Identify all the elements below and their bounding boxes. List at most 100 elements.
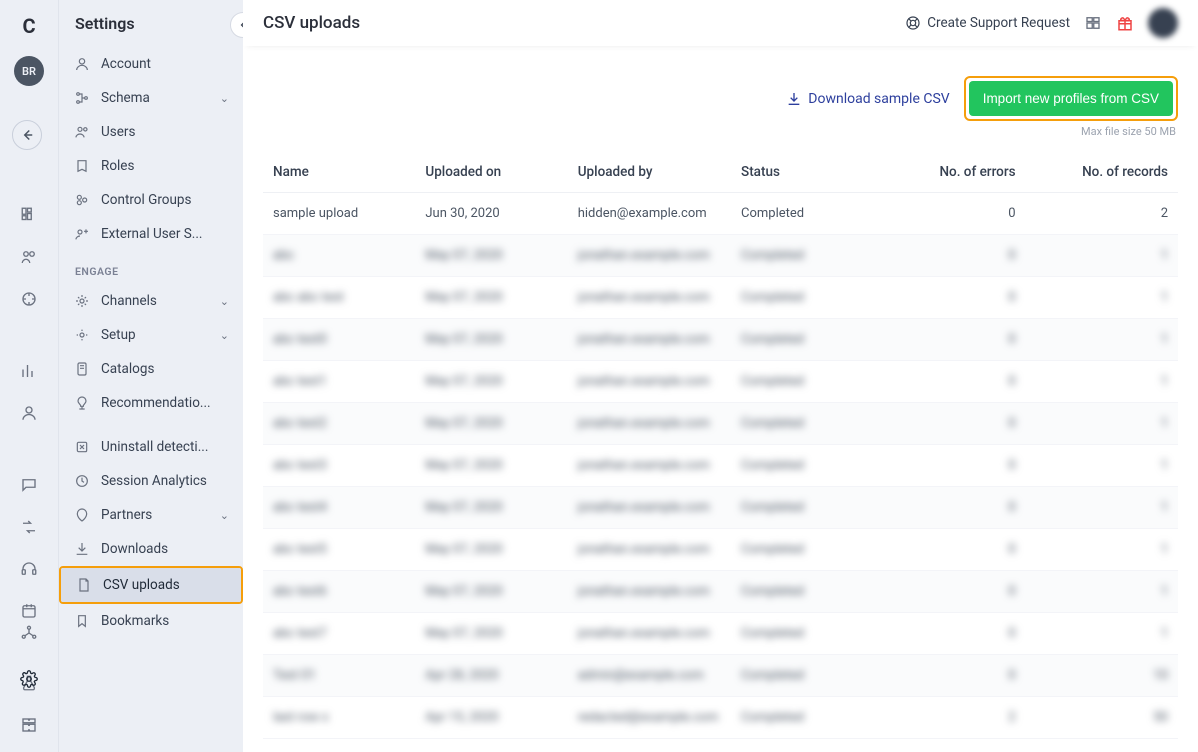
rail-person-icon[interactable] <box>16 400 42 426</box>
download-icon <box>786 91 802 107</box>
table-row[interactable]: abc abc testMay 07, 2020jonathan.example… <box>263 277 1178 319</box>
cell-uploaded_on: May 07, 2020 <box>415 319 567 361</box>
nav-catalogs[interactable]: Catalogs <box>59 352 243 386</box>
cell-status: Completed <box>731 361 883 403</box>
cell-uploaded_on: May 07, 2020 <box>415 403 567 445</box>
cell-name: abc test4 <box>263 487 415 529</box>
lifebuoy-icon <box>905 15 921 31</box>
nav-session-analytics[interactable]: Session Analytics <box>59 464 243 498</box>
cell-status: Completed <box>731 529 883 571</box>
cell-uploaded_by: hidden@example.com <box>568 193 731 235</box>
table-row[interactable]: abc test6May 07, 2020jonathan.example.co… <box>263 571 1178 613</box>
user-icon <box>73 56 91 72</box>
recommendations-icon <box>73 395 91 411</box>
rail-journey-icon[interactable] <box>16 514 42 540</box>
cell-status: Completed <box>731 193 883 235</box>
nav-recommendations[interactable]: Recommendatio... <box>59 386 243 420</box>
chevron-down-icon: ⌄ <box>220 509 229 522</box>
cell-name: abc test1 <box>263 361 415 403</box>
rail-message-icon[interactable] <box>16 472 42 498</box>
table-row[interactable]: Test 01Apr 28, 2020admin@example.comComp… <box>263 655 1178 697</box>
table-row[interactable]: abc test1May 07, 2020jonathan.example.co… <box>263 361 1178 403</box>
roles-icon <box>73 158 91 174</box>
nav-channels[interactable]: Channels ⌄ <box>59 284 243 318</box>
cell-status: Completed <box>731 487 883 529</box>
cell-uploaded_on: May 07, 2020 <box>415 235 567 277</box>
download-sample-link[interactable]: Download sample CSV <box>786 91 949 107</box>
col-records: No. of records <box>1026 152 1178 193</box>
rail-target-icon[interactable] <box>16 286 42 312</box>
rail-settings-icon[interactable] <box>16 666 42 692</box>
cell-name: abc test3 <box>263 445 415 487</box>
rail-boards-icon[interactable] <box>16 202 42 228</box>
gift-icon[interactable] <box>1116 14 1134 32</box>
nav-account[interactable]: Account <box>59 47 243 81</box>
nav-partners[interactable]: Partners ⌄ <box>59 498 243 532</box>
nav-external-user-segments[interactable]: External User S... <box>59 217 243 251</box>
cell-records: 1 <box>1026 235 1178 277</box>
create-support-request-button[interactable]: Create Support Request <box>905 15 1070 31</box>
cell-records: 1 <box>1026 613 1178 655</box>
cell-status: Completed <box>731 571 883 613</box>
cell-uploaded_on: May 07, 2020 <box>415 529 567 571</box>
nav-uninstall-detection[interactable]: Uninstall detecti... <box>59 430 243 464</box>
chevron-down-icon: ⌄ <box>220 295 229 308</box>
col-uploaded-on: Uploaded on <box>415 152 567 193</box>
app-logo[interactable]: C <box>15 12 43 40</box>
cell-uploaded_by: jonathan.example.com <box>568 571 731 613</box>
session-analytics-icon <box>73 473 91 489</box>
rail-org-icon[interactable] <box>16 620 42 646</box>
cell-uploaded_by: jonathan.example.com <box>568 487 731 529</box>
cell-uploaded_on: May 07, 2020 <box>415 613 567 655</box>
chevron-down-icon: ⌄ <box>220 329 229 342</box>
cell-uploaded_on: May 07, 2020 <box>415 361 567 403</box>
table-row[interactable]: sample uploadJun 30, 2020hidden@example.… <box>263 193 1178 235</box>
nav-schema[interactable]: Schema ⌄ <box>59 81 243 115</box>
cell-uploaded_by: jonathan.example.com <box>568 403 731 445</box>
nav-csv-uploads[interactable]: CSV uploads <box>61 568 241 602</box>
table-row[interactable]: abc test4May 07, 2020jonathan.example.co… <box>263 487 1178 529</box>
col-name: Name <box>263 152 415 193</box>
rail-analytics-icon[interactable] <box>16 358 42 384</box>
cell-uploaded_on: May 07, 2020 <box>415 487 567 529</box>
table-row[interactable]: abc test5May 07, 2020jonathan.example.co… <box>263 529 1178 571</box>
cell-uploaded_by: jonathan.example.com <box>568 613 731 655</box>
table-row[interactable]: abcMay 07, 2020jonathan.example.comCompl… <box>263 235 1178 277</box>
rail-headset-icon[interactable] <box>16 556 42 582</box>
table-row[interactable]: abc test2May 07, 2020jonathan.example.co… <box>263 403 1178 445</box>
nav-section-engage: ENGAGE <box>59 251 243 284</box>
catalogs-icon <box>73 361 91 377</box>
nav-users[interactable]: Users <box>59 115 243 149</box>
nav-control-groups[interactable]: Control Groups <box>59 183 243 217</box>
nav-bookmarks[interactable]: Bookmarks <box>59 604 243 638</box>
settings-sidebar: Settings Account Schema ⌄ Users Roles Co… <box>58 0 243 752</box>
schema-icon <box>73 90 91 106</box>
icon-rail: C BR <box>0 0 58 752</box>
cell-uploaded_by: jonathan.example.com <box>568 529 731 571</box>
col-status: Status <box>731 152 883 193</box>
cell-errors: 0 <box>883 403 1025 445</box>
table-row[interactable]: last row xApr 15, 2020redacted@example.c… <box>263 697 1178 739</box>
cell-uploaded_by: jonathan.example.com <box>568 277 731 319</box>
nav-downloads[interactable]: Downloads <box>59 532 243 566</box>
cell-uploaded_on: May 07, 2020 <box>415 445 567 487</box>
cell-errors: 0 <box>883 655 1025 697</box>
table-row[interactable]: abc test3May 07, 2020jonathan.example.co… <box>263 445 1178 487</box>
nav-roles[interactable]: Roles <box>59 149 243 183</box>
table-row[interactable]: abc test0May 07, 2020jonathan.example.co… <box>263 319 1178 361</box>
nav-setup[interactable]: Setup ⌄ <box>59 318 243 352</box>
cell-records: 1 <box>1026 487 1178 529</box>
users-icon <box>73 124 91 140</box>
cell-uploaded_on: Apr 15, 2020 <box>415 697 567 739</box>
workspace-avatar[interactable]: BR <box>14 56 44 86</box>
cell-status: Completed <box>731 235 883 277</box>
back-button[interactable] <box>12 120 42 150</box>
chevron-left-icon <box>237 19 243 31</box>
rail-users-icon[interactable] <box>16 244 42 270</box>
table-row[interactable]: abc test7May 07, 2020jonathan.example.co… <box>263 613 1178 655</box>
import-profiles-button[interactable]: Import new profiles from CSV <box>969 81 1173 116</box>
layout-icon[interactable] <box>1084 14 1102 32</box>
cell-status: Completed <box>731 445 883 487</box>
user-avatar[interactable] <box>1148 8 1178 38</box>
rail-more-icon[interactable] <box>16 712 42 738</box>
